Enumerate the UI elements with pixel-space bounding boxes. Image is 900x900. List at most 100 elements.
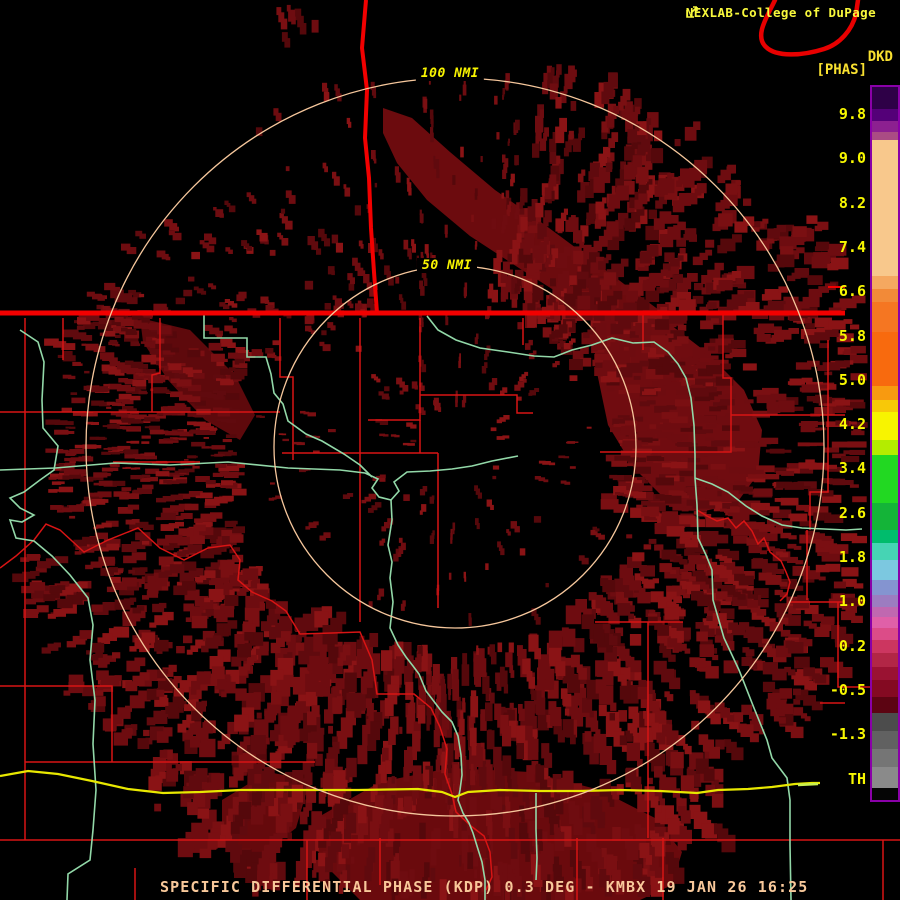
echo-speckle — [738, 575, 754, 586]
echo-speckle — [381, 526, 387, 532]
echo-speckle — [606, 254, 612, 261]
echo-speckle — [742, 363, 757, 371]
echo-speckle — [670, 266, 680, 274]
echo-speckle — [332, 171, 337, 179]
echo-speckle — [419, 213, 424, 223]
echo-speckle — [450, 537, 453, 544]
echo-speckle — [626, 733, 633, 742]
echo-speckle — [749, 733, 759, 743]
echo-speckle — [319, 816, 327, 829]
echo-speckle — [448, 693, 451, 700]
echo-speckle — [47, 613, 56, 619]
echo-speckle — [370, 81, 375, 91]
echo-speckle — [667, 333, 674, 338]
echo-speckle — [230, 371, 245, 380]
echo-speckle — [670, 751, 684, 769]
echo-speckle — [178, 469, 188, 473]
echo-speckle — [160, 512, 176, 520]
echo-speckle — [270, 642, 281, 654]
echo-speckle — [548, 254, 553, 260]
echo-speckle — [851, 535, 867, 544]
echo-speckle — [726, 166, 734, 174]
echo-speckle — [256, 415, 262, 418]
echo-speckle — [253, 719, 269, 738]
echo-speckle — [672, 274, 683, 283]
echo-speckle — [618, 710, 627, 722]
echo-speckle — [545, 583, 549, 588]
echo-speckle — [505, 190, 510, 199]
echo-speckle — [124, 360, 134, 365]
radar-viewer: 100 NMI 50 NMI NEXLAB-College of DuPage … — [0, 0, 900, 900]
echo-speckle — [779, 688, 793, 699]
echo-speckle — [183, 603, 195, 612]
echo-speckle — [229, 534, 244, 543]
echo-speckle — [549, 174, 557, 187]
echo-speckle — [678, 361, 686, 366]
echo-speckle — [711, 440, 730, 447]
echo-speckle — [224, 325, 233, 332]
echo-speckle — [156, 689, 165, 697]
echo-speckle — [677, 442, 693, 447]
echo-speckle — [490, 504, 494, 510]
echo-speckle — [705, 249, 713, 256]
colorbar-segment — [872, 332, 898, 386]
echo-speckle — [681, 829, 692, 844]
echo-speckle — [679, 559, 688, 565]
echo-speckle — [543, 236, 549, 245]
echo-speckle — [544, 210, 552, 223]
echo-speckle — [657, 624, 670, 636]
echo-layer — [12, 4, 868, 900]
echo-speckle — [681, 507, 689, 512]
echo-speckle — [225, 393, 240, 400]
echo-speckle — [489, 283, 494, 293]
echo-speckle — [567, 674, 580, 693]
echo-speckle — [454, 746, 459, 760]
echo-speckle — [706, 424, 717, 428]
echo-speckle — [578, 279, 587, 289]
echo-speckle — [193, 373, 205, 379]
echo-speckle — [153, 387, 168, 394]
echo-speckle — [621, 679, 627, 686]
echo-speckle — [390, 434, 397, 437]
echo-speckle — [471, 742, 477, 756]
echo-speckle — [187, 421, 197, 426]
echo-speckle — [110, 412, 118, 416]
echo-speckle — [679, 470, 694, 477]
echo-speckle — [603, 146, 611, 158]
echo-speckle — [503, 415, 510, 420]
echo-speckle — [369, 633, 379, 648]
echo-speckle — [219, 302, 226, 307]
echo-speckle — [378, 249, 383, 256]
echo-speckle — [481, 782, 487, 795]
echo-speckle — [732, 512, 750, 521]
echo-speckle — [106, 401, 115, 405]
echo-speckle — [578, 668, 587, 680]
echo-speckle — [684, 539, 699, 548]
echo-speckle — [102, 718, 117, 731]
echo-speckle — [765, 474, 780, 480]
echo-speckle — [461, 664, 470, 686]
echo-speckle — [217, 740, 225, 750]
echo-speckle — [115, 398, 124, 403]
echo-speckle — [140, 477, 151, 482]
echo-speckle — [745, 302, 760, 311]
echo-speckle — [305, 673, 319, 692]
echo-speckle — [555, 661, 566, 677]
echo-speckle — [271, 626, 279, 635]
echo-speckle — [551, 330, 558, 338]
echo-speckle — [156, 250, 166, 258]
echo-speckle — [832, 480, 846, 486]
echo-speckle — [550, 707, 562, 727]
echo-speckle — [497, 773, 505, 792]
echo-speckle — [340, 799, 349, 815]
echo-speckle — [634, 672, 642, 681]
echo-speckle — [534, 648, 541, 660]
echo-speckle — [581, 557, 589, 565]
echo-speckle — [141, 435, 151, 439]
echo-speckle — [459, 718, 465, 735]
echo-speckle — [149, 622, 157, 628]
echo-speckle — [84, 370, 90, 374]
echo-speckle — [684, 648, 691, 654]
echo-speckle — [412, 730, 421, 752]
echo-speckle — [595, 528, 600, 532]
